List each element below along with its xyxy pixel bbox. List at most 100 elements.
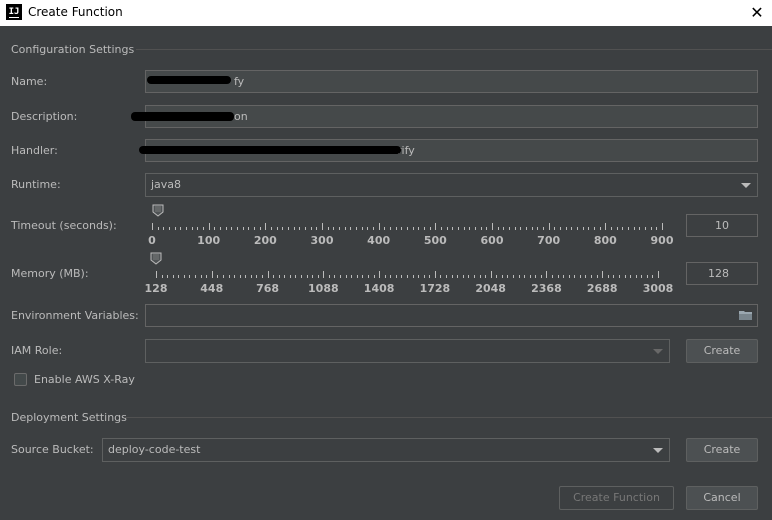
slider-tick bbox=[156, 271, 157, 278]
slider-tick bbox=[157, 227, 159, 230]
slider-tick bbox=[518, 275, 520, 278]
slider-tick bbox=[174, 227, 176, 230]
folder-icon[interactable] bbox=[739, 310, 752, 320]
slider-tick bbox=[261, 275, 263, 278]
source-bucket-select[interactable]: deploy-code-test bbox=[102, 438, 670, 462]
slider-tick bbox=[390, 275, 392, 278]
slider-tick bbox=[524, 275, 526, 278]
description-field[interactable]: on bbox=[145, 105, 758, 128]
slider-tick bbox=[605, 223, 607, 230]
slider-tick bbox=[554, 227, 556, 230]
slider-tick bbox=[242, 227, 244, 230]
slider-tick bbox=[452, 227, 454, 230]
slider-tick bbox=[384, 275, 386, 278]
iam-create-button[interactable]: Create bbox=[686, 339, 758, 363]
slider-tick bbox=[526, 227, 527, 230]
slider-tick bbox=[616, 227, 618, 230]
slider-tick bbox=[183, 275, 185, 278]
slider-tick bbox=[284, 275, 286, 278]
iam-role-label: IAM Role: bbox=[11, 344, 63, 357]
slider-thumb[interactable] bbox=[152, 204, 164, 217]
slider-tick bbox=[256, 275, 258, 278]
slider-tick bbox=[271, 227, 272, 230]
slider-tick bbox=[312, 275, 314, 278]
slider-tick bbox=[344, 227, 346, 230]
slider-tick bbox=[339, 227, 340, 230]
slider-tick bbox=[446, 227, 448, 230]
slider-tick bbox=[546, 271, 548, 278]
slider-tick bbox=[265, 223, 267, 230]
slider-tick-label: 700 bbox=[537, 234, 561, 247]
slider-tick bbox=[424, 227, 425, 230]
env-vars-field[interactable] bbox=[145, 304, 758, 327]
slider-tick bbox=[512, 275, 514, 278]
slider-tick-label: 1728 bbox=[419, 282, 451, 295]
name-label: Name: bbox=[11, 75, 48, 88]
slider-tick-label: 1408 bbox=[363, 282, 395, 295]
redaction-mark bbox=[147, 76, 231, 84]
slider-tick bbox=[293, 227, 295, 230]
slider-tick bbox=[462, 275, 464, 278]
slider-tick bbox=[367, 227, 369, 230]
bucket-create-button[interactable]: Create bbox=[686, 438, 758, 462]
slider-tick bbox=[401, 275, 403, 278]
slider-tick bbox=[429, 275, 431, 278]
slider-tick bbox=[579, 275, 581, 278]
slider-tick bbox=[234, 275, 236, 278]
slider-tick bbox=[163, 227, 165, 230]
create-function-button[interactable]: Create Function bbox=[559, 486, 674, 510]
runtime-label: Runtime: bbox=[11, 178, 61, 191]
slider-tick bbox=[378, 223, 380, 230]
timeout-slider[interactable]: 0 100 200 300 400 500 600 700 800 900 bbox=[148, 204, 673, 248]
slider-tick bbox=[568, 275, 570, 278]
memory-value-field[interactable]: 128 bbox=[686, 262, 758, 285]
xray-checkbox[interactable] bbox=[14, 373, 27, 386]
slider-tick bbox=[356, 275, 358, 278]
slider-tick bbox=[245, 275, 247, 278]
slider-tick bbox=[295, 275, 297, 278]
slider-tick bbox=[435, 223, 437, 230]
slider-tick-label: 900 bbox=[650, 234, 674, 247]
title-bar: IJ Create Function ✕ bbox=[0, 0, 772, 26]
runtime-select[interactable]: java8 bbox=[145, 173, 758, 197]
slider-tick bbox=[480, 227, 482, 230]
iam-role-select[interactable] bbox=[145, 339, 670, 363]
timeout-ticks bbox=[152, 223, 663, 233]
slider-tick bbox=[328, 275, 330, 278]
slider-tick bbox=[373, 275, 375, 278]
name-field[interactable]: fy bbox=[145, 70, 758, 93]
slider-tick bbox=[211, 271, 213, 278]
slider-tick-label: 100 bbox=[197, 234, 221, 247]
slider-tick bbox=[446, 275, 448, 278]
slider-tick bbox=[356, 227, 357, 230]
memory-slider[interactable]: 128 448 768 1088 1408 1728 2048 2368 2688 3008 bbox=[145, 252, 673, 296]
slider-tick bbox=[540, 275, 542, 278]
slider-tick bbox=[161, 275, 163, 278]
slider-tick bbox=[379, 271, 381, 278]
slider-tick bbox=[254, 227, 255, 230]
slider-tick bbox=[618, 275, 620, 278]
slider-tick bbox=[507, 275, 509, 278]
slider-tick bbox=[469, 227, 471, 230]
close-icon[interactable]: ✕ bbox=[742, 0, 772, 26]
cancel-button[interactable]: Cancel bbox=[686, 486, 758, 510]
memory-ticks bbox=[156, 271, 659, 281]
slider-tick-label: 128 bbox=[144, 282, 168, 295]
slider-tick bbox=[278, 275, 280, 278]
slider-tick bbox=[611, 227, 612, 230]
chevron-down-icon bbox=[741, 183, 751, 188]
slider-tick bbox=[475, 227, 476, 230]
slider-tick bbox=[152, 223, 153, 230]
slider-tick bbox=[463, 227, 465, 230]
timeout-value-field[interactable]: 10 bbox=[686, 214, 758, 237]
slider-tick bbox=[441, 227, 442, 230]
redaction-mark bbox=[139, 146, 401, 154]
slider-tick bbox=[497, 227, 499, 230]
slider-tick bbox=[231, 227, 233, 230]
slider-tick bbox=[180, 227, 182, 230]
slider-tick bbox=[557, 275, 559, 278]
slider-tick bbox=[560, 227, 561, 230]
slider-tick bbox=[613, 275, 615, 278]
slider-thumb[interactable] bbox=[150, 252, 162, 265]
slider-tick bbox=[577, 227, 578, 230]
